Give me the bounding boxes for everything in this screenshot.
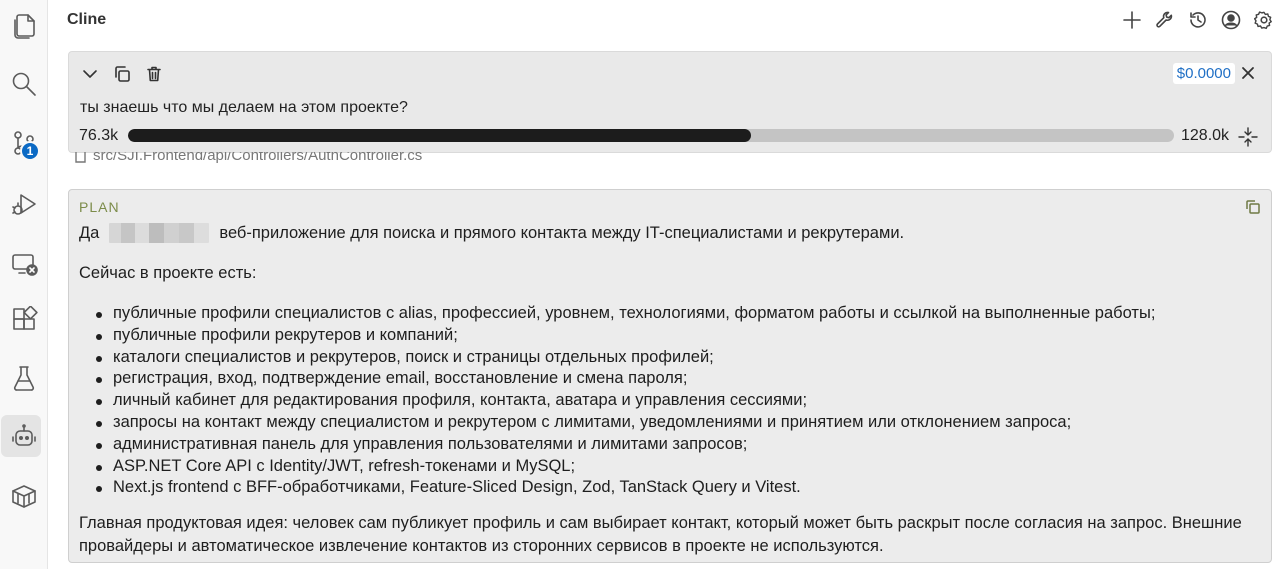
task-header: $0.0000 ты знаешь что мы делаем на этом … [68,51,1272,153]
source-control-icon[interactable]: 1 [0,119,48,167]
copy-icon[interactable] [112,64,132,84]
activity-bar: 1 [0,0,48,569]
file-path-text: src/SJI.Frontend/api/Controllers/AuthCon… [93,152,423,164]
settings-icon[interactable] [1247,6,1280,34]
run-debug-icon[interactable] [0,180,48,228]
trash-icon[interactable] [144,64,164,84]
list-item: ASP.NET Core API с Identity/JWT, refresh… [79,456,1269,478]
plus-icon[interactable] [1115,6,1148,34]
context-progress-fill [128,129,752,142]
close-icon[interactable] [1239,64,1257,82]
history-icon[interactable] [1181,6,1214,34]
task-cost: $0.0000 [1172,63,1235,84]
file-path-line: src/SJI.Frontend/api/Controllers/AuthCon… [74,152,422,172]
plan-feature-list: публичные профили специалистов с alias, … [79,303,1269,499]
view-title: Cline [67,11,107,28]
source-control-badge: 1 [20,141,40,161]
remote-explorer-icon[interactable] [0,240,48,288]
compress-context-icon[interactable] [1237,126,1259,148]
list-item: личный кабинет для редактирования профил… [79,390,1269,412]
redacted-project-name [109,223,210,243]
containers-icon[interactable] [0,472,48,520]
plan-intro-suffix: веб-приложение для поиска и прямого конт… [219,223,905,242]
chevron-down-icon[interactable] [80,64,100,84]
list-item: запросы на контакт между специалистом и … [79,412,1269,434]
extensions-icon[interactable] [0,296,48,344]
cline-robot-icon[interactable] [0,413,48,461]
testing-icon[interactable] [0,354,48,402]
list-item: Next.js frontend с BFF-обработчиками, Fe… [79,477,1269,499]
list-item: публичные профили рекрутеров и компаний; [79,325,1269,347]
file-icon [75,152,86,163]
copy-plan-icon[interactable] [1245,199,1263,217]
plan-intro-prefix: Да [79,223,100,242]
context-used: 76.3k [79,127,119,144]
account-icon[interactable] [1214,6,1247,34]
plan-intro: Да веб-приложение для поиска и прямого к… [79,223,904,243]
context-max: 128.0k [1181,127,1230,144]
search-icon[interactable] [0,60,48,108]
task-header-actions [80,64,164,84]
list-item: регистрация, вход, подтверждение email, … [79,368,1269,390]
task-text: ты знаешь что мы делаем на этом проекте? [80,99,408,116]
wrench-icon[interactable] [1148,6,1181,34]
list-item: каталоги специалистов и рекрутеров, поис… [79,347,1269,369]
plan-main-idea: Главная продуктовая идея: человек сам пу… [79,514,1242,555]
plan-label: PLAN [79,199,120,215]
plan-now-heading: Сейчас в проекте есть: [79,264,257,282]
plan-panel: PLAN Да веб-приложение для поиска и прям… [68,189,1272,563]
context-progress-bar [128,129,1174,142]
list-item: публичные профили специалистов с alias, … [79,303,1269,325]
title-actions [1115,6,1280,34]
explorer-icon[interactable] [0,2,48,50]
list-item: административная панель для управления п… [79,434,1269,456]
